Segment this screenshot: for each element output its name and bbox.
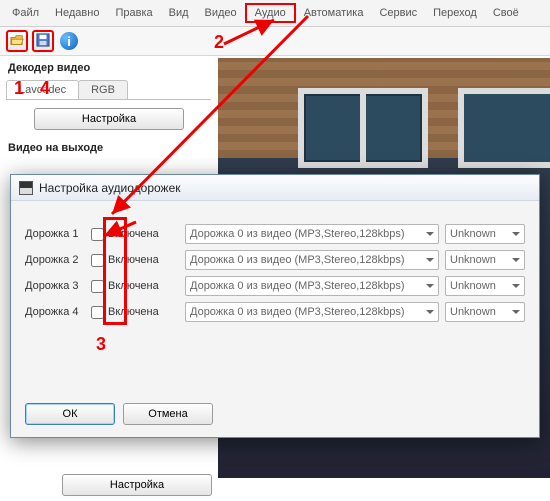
tracks-area: Дорожка 1 Включена Дорожка 0 из видео (M… [25, 221, 525, 325]
track-lang-select[interactable]: Unknown [445, 276, 525, 296]
track-label: Дорожка 3 [25, 280, 85, 292]
track-enabled-label: Включена [108, 228, 159, 240]
track-lang-value: Unknown [450, 306, 496, 318]
track-source-value: Дорожка 0 из видео (MP3,Stereo,128kbps) [190, 228, 405, 240]
ok-button[interactable]: ОК [25, 403, 115, 425]
track-label: Дорожка 4 [25, 306, 85, 318]
track-source-value: Дорожка 0 из видео (MP3,Stereo,128kbps) [190, 306, 405, 318]
menu-automation[interactable]: Автоматика [296, 5, 372, 21]
track-lang-value: Unknown [450, 254, 496, 266]
decoder-tab-rgb[interactable]: RGB [78, 80, 128, 99]
menu-goto[interactable]: Переход [425, 5, 485, 21]
track-source-value: Дорожка 0 из видео (MP3,Stereo,128kbps) [190, 280, 405, 292]
menu-video[interactable]: Видео [197, 5, 245, 21]
decoder-config-button[interactable]: Настройка [34, 108, 184, 130]
output-title: Видео на выходе [6, 138, 211, 158]
save-button[interactable] [32, 30, 54, 52]
info-button[interactable]: i [58, 30, 80, 52]
track-row: Дорожка 3 Включена Дорожка 0 из видео (M… [25, 273, 525, 299]
menu-view[interactable]: Вид [161, 5, 197, 21]
bottom-config-button[interactable]: Настройка [62, 474, 212, 496]
track-source-select[interactable]: Дорожка 0 из видео (MP3,Stereo,128kbps) [185, 224, 439, 244]
preview-window-graphic [298, 88, 428, 168]
menu-recent[interactable]: Недавно [47, 5, 107, 21]
clapperboard-icon [19, 181, 33, 195]
decoder-title: Декодер видео [6, 58, 211, 78]
track-source-select[interactable]: Дорожка 0 из видео (MP3,Stereo,128kbps) [185, 250, 439, 270]
track-enabled-label: Включена [108, 254, 159, 266]
track-row: Дорожка 4 Включена Дорожка 0 из видео (M… [25, 299, 525, 325]
track-enabled-checkbox[interactable] [91, 306, 104, 319]
info-icon: i [60, 32, 78, 50]
menu-audio[interactable]: Аудио [245, 3, 296, 23]
floppy-save-icon [36, 33, 50, 50]
track-enabled-label: Включена [108, 306, 159, 318]
track-lang-value: Unknown [450, 280, 496, 292]
toolbar: i [0, 27, 550, 56]
left-panel: Декодер видео Lavcodec RGB Настройка Вид… [6, 58, 211, 158]
menu-own[interactable]: Своё [485, 5, 527, 21]
track-label: Дорожка 2 [25, 254, 85, 266]
dialog-titlebar[interactable]: Настройка аудиодорожек [11, 175, 539, 201]
track-enabled-checkbox[interactable] [91, 228, 104, 241]
track-source-select[interactable]: Дорожка 0 из видео (MP3,Stereo,128kbps) [185, 302, 439, 322]
menu-file[interactable]: Файл [4, 5, 47, 21]
track-row: Дорожка 1 Включена Дорожка 0 из видео (M… [25, 221, 525, 247]
track-lang-select[interactable]: Unknown [445, 302, 525, 322]
menu-edit[interactable]: Правка [107, 5, 160, 21]
track-enabled-checkbox[interactable] [91, 280, 104, 293]
track-lang-select[interactable]: Unknown [445, 250, 525, 270]
track-enabled-checkbox[interactable] [91, 254, 104, 267]
track-enabled-label: Включена [108, 280, 159, 292]
preview-window-graphic-2 [458, 88, 550, 168]
dialog-buttons: ОК Отмена [25, 403, 213, 425]
decoder-tabs: Lavcodec RGB [6, 80, 211, 100]
decoder-tab-lavcodec[interactable]: Lavcodec [6, 80, 79, 99]
track-lang-select[interactable]: Unknown [445, 224, 525, 244]
track-row: Дорожка 2 Включена Дорожка 0 из видео (M… [25, 247, 525, 273]
menu-service[interactable]: Сервис [371, 5, 425, 21]
open-button[interactable] [6, 30, 28, 52]
audio-tracks-dialog: Настройка аудиодорожек Дорожка 1 Включен… [10, 174, 540, 438]
track-lang-value: Unknown [450, 228, 496, 240]
track-source-select[interactable]: Дорожка 0 из видео (MP3,Stereo,128kbps) [185, 276, 439, 296]
cancel-button[interactable]: Отмена [123, 403, 213, 425]
track-source-value: Дорожка 0 из видео (MP3,Stereo,128kbps) [190, 254, 405, 266]
menubar: Файл Недавно Правка Вид Видео Аудио Авто… [0, 0, 550, 27]
dialog-title-text: Настройка аудиодорожек [39, 181, 181, 195]
folder-open-icon [10, 33, 24, 50]
track-label: Дорожка 1 [25, 228, 85, 240]
